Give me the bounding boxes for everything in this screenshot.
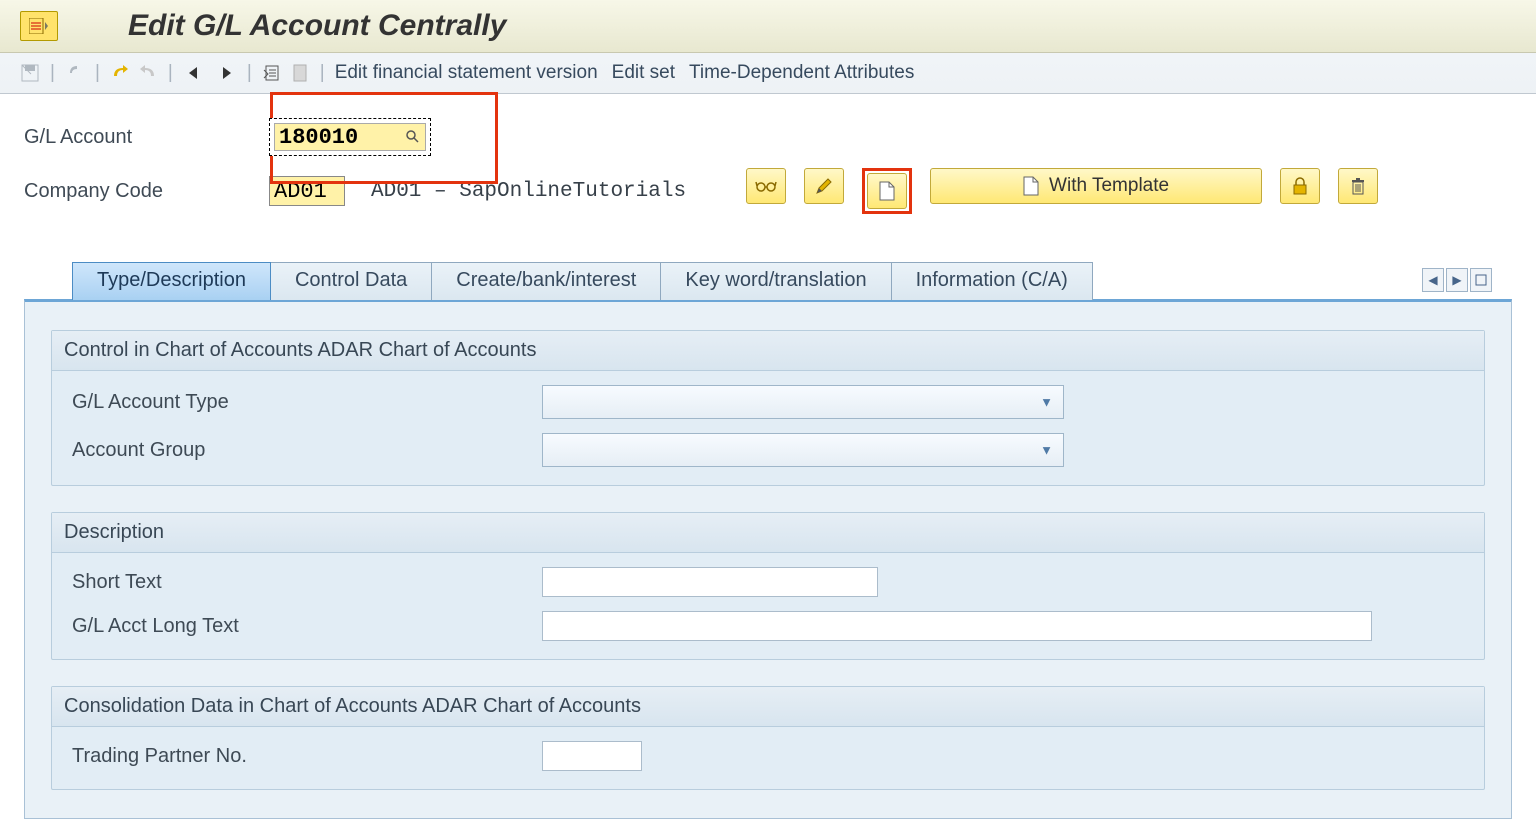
document-icon [1023, 176, 1039, 196]
group-consolidation-title: Consolidation Data in Chart of Accounts … [52, 687, 1484, 727]
group-consolidation: Consolidation Data in Chart of Accounts … [51, 686, 1485, 790]
dropdown-arrow-icon: ▼ [1040, 395, 1053, 410]
action-buttons: With Template [746, 168, 1378, 214]
gl-account-label: G/L Account [24, 126, 269, 149]
edit-fsv-link[interactable]: Edit financial statement version [335, 62, 598, 84]
separator: | [48, 62, 57, 84]
dropdown-arrow-icon: ▼ [1040, 443, 1053, 458]
glasses-icon [755, 179, 777, 193]
save-icon[interactable] [20, 63, 40, 83]
group-description-title: Description [52, 513, 1484, 553]
with-template-label: With Template [1049, 175, 1169, 197]
highlight-box-create [862, 168, 912, 214]
prev-icon[interactable] [183, 63, 203, 83]
back-arrow-icon[interactable] [65, 63, 85, 83]
gl-account-row: G/L Account [24, 118, 1512, 156]
command-field-button[interactable] [20, 11, 58, 41]
tab-create-bank-interest[interactable]: Create/bank/interest [431, 262, 661, 300]
separator: | [245, 62, 254, 84]
tab-panel: Control in Chart of Accounts ADAR Chart … [24, 299, 1512, 819]
tab-type-description[interactable]: Type/Description [72, 262, 271, 300]
long-text-label: G/L Acct Long Text [72, 615, 542, 638]
account-type-select[interactable]: ▼ [542, 385, 1064, 419]
long-text-input[interactable] [542, 611, 1372, 641]
account-group-label: Account Group [72, 439, 542, 462]
search-help-icon[interactable] [405, 129, 421, 145]
change-button[interactable] [804, 168, 844, 204]
with-template-button[interactable]: With Template [930, 168, 1262, 204]
tab-keyword-translation[interactable]: Key word/translation [660, 262, 891, 300]
trading-partner-input[interactable] [542, 741, 642, 771]
short-text-label: Short Text [72, 571, 542, 594]
separator: | [166, 62, 175, 84]
tabstrip: Type/Description Control Data Create/ban… [24, 262, 1512, 819]
application-toolbar: | | | | | Edit financial statement versi… [0, 53, 1536, 94]
tab-scroll-left[interactable]: ◀ [1422, 268, 1444, 292]
display-button[interactable] [746, 168, 786, 204]
group-control-coa-title: Control in Chart of Accounts ADAR Chart … [52, 331, 1484, 371]
group-control-coa: Control in Chart of Accounts ADAR Chart … [51, 330, 1485, 486]
gl-account-input[interactable] [274, 123, 426, 151]
document-icon[interactable] [290, 63, 310, 83]
lock-icon [1292, 177, 1308, 195]
tab-scroll-controls: ◀ ▶ [1422, 268, 1492, 292]
tab-control-data[interactable]: Control Data [270, 262, 432, 300]
trading-partner-label: Trading Partner No. [72, 745, 542, 768]
separator: | [93, 62, 102, 84]
tab-list-button[interactable] [1470, 268, 1492, 292]
company-code-description: AD01 – SapOnlineTutorials [371, 180, 686, 203]
company-code-input[interactable] [269, 176, 345, 206]
account-group-select[interactable]: ▼ [542, 433, 1064, 467]
create-button[interactable] [867, 173, 907, 209]
edit-set-link[interactable]: Edit set [612, 62, 675, 84]
tab-row: Type/Description Control Data Create/ban… [24, 262, 1512, 300]
next-icon[interactable] [217, 63, 237, 83]
separator: | [318, 62, 327, 84]
new-document-icon [879, 181, 895, 201]
undo-icon[interactable] [110, 63, 130, 83]
group-description: Description Short Text G/L Acct Long Tex… [51, 512, 1485, 660]
short-text-input[interactable] [542, 567, 878, 597]
time-dependent-link[interactable]: Time-Dependent Attributes [689, 62, 914, 84]
lock-button[interactable] [1280, 168, 1320, 204]
account-type-label: G/L Account Type [72, 391, 542, 414]
page-title: Edit G/L Account Centrally [128, 9, 506, 43]
selection-area: G/L Account Company Code AD01 – SapOnlin… [0, 94, 1536, 819]
tab-scroll-right[interactable]: ▶ [1446, 268, 1468, 292]
trash-icon [1350, 177, 1366, 195]
company-code-row: Company Code AD01 – SapOnlineTutorials W… [24, 168, 1512, 214]
delete-button[interactable] [1338, 168, 1378, 204]
redo-icon[interactable] [138, 63, 158, 83]
tab-information-ca[interactable]: Information (C/A) [891, 262, 1093, 300]
company-code-label: Company Code [24, 180, 269, 203]
pencil-icon [815, 177, 833, 195]
title-bar: Edit G/L Account Centrally [0, 0, 1536, 53]
worklist-icon[interactable] [262, 63, 282, 83]
command-icon [29, 18, 49, 34]
